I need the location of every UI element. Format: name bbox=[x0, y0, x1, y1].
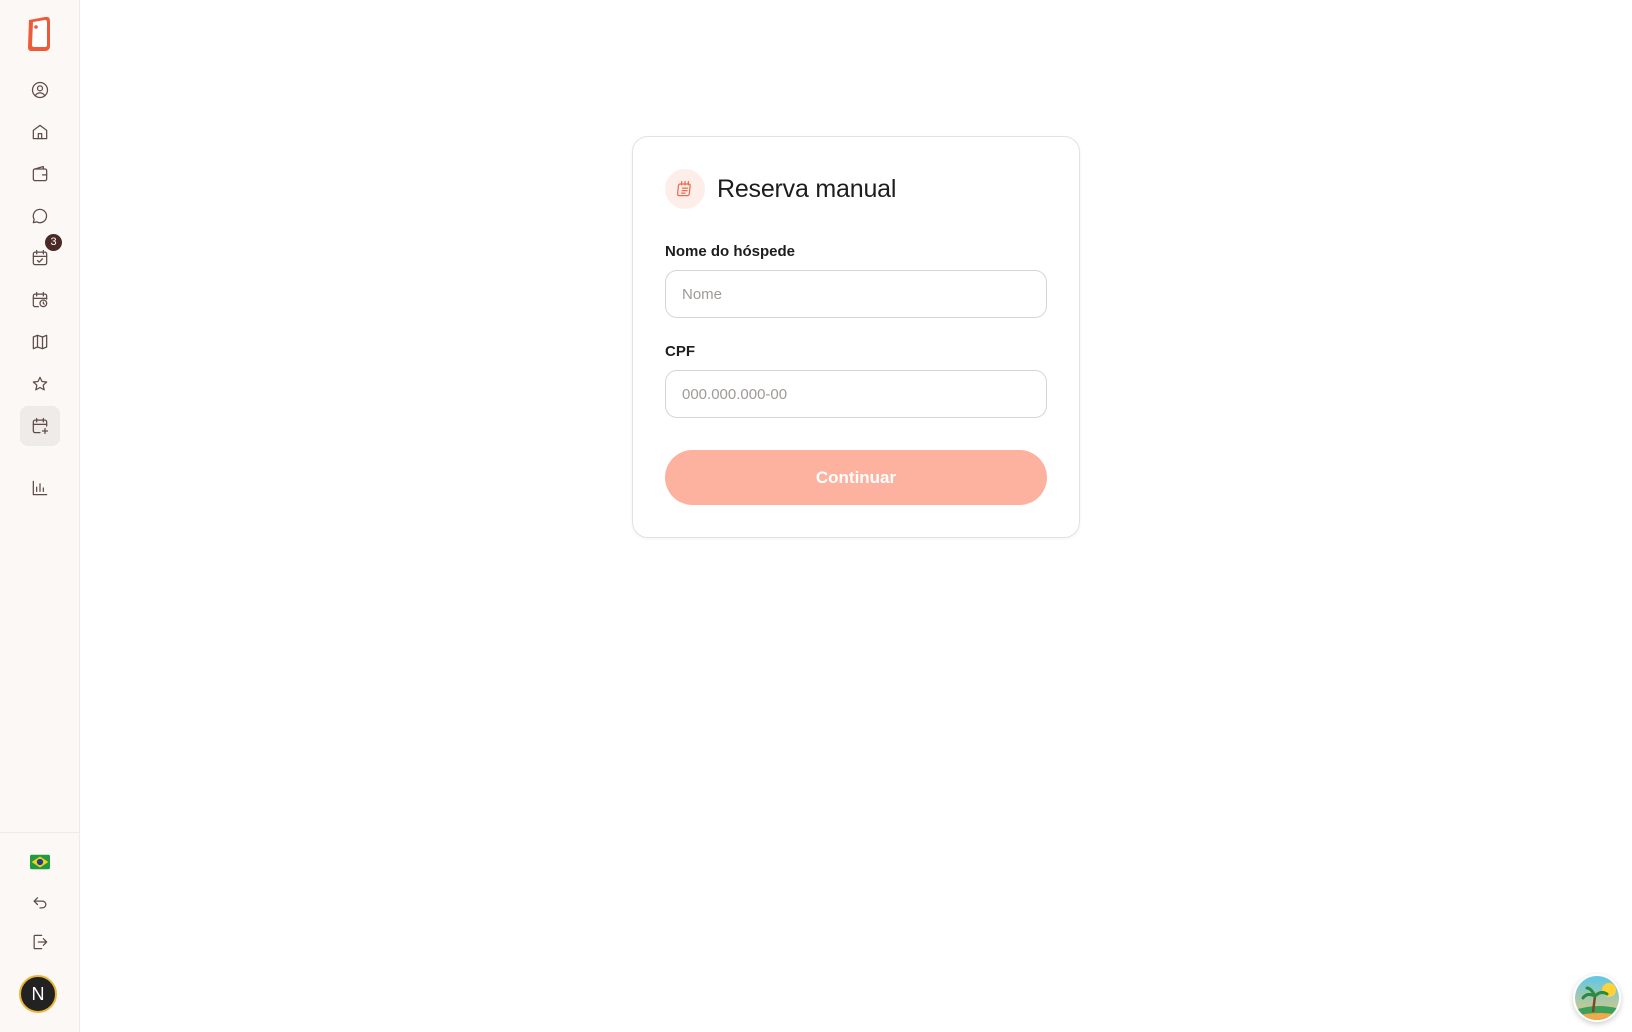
logout-button[interactable] bbox=[20, 922, 60, 962]
user-avatar[interactable]: N bbox=[19, 975, 57, 1013]
nav-schedule[interactable] bbox=[20, 280, 60, 320]
guest-name-input[interactable] bbox=[665, 270, 1047, 318]
nav-favorites[interactable] bbox=[20, 364, 60, 404]
app-logo[interactable] bbox=[25, 16, 55, 52]
home-icon bbox=[32, 124, 48, 140]
nav-reports[interactable] bbox=[20, 468, 60, 508]
undo-arrow-icon bbox=[33, 897, 47, 909]
sidebar-divider bbox=[0, 832, 79, 833]
star-icon bbox=[32, 376, 48, 391]
back-button[interactable] bbox=[20, 882, 60, 922]
guest-name-label: Nome do hóspede bbox=[665, 243, 796, 260]
booking-notebook-icon bbox=[676, 180, 691, 197]
cpf-label: CPF bbox=[665, 343, 695, 360]
calendar-plus-icon bbox=[32, 417, 49, 435]
avatar-initial: N bbox=[31, 983, 45, 1004]
tropical-beach-icon bbox=[1575, 976, 1619, 1020]
nav-manual-booking[interactable] bbox=[20, 406, 60, 446]
wallet-icon bbox=[32, 165, 48, 182]
sidebar: 3 N bbox=[0, 0, 80, 1032]
language-selector[interactable] bbox=[20, 842, 60, 882]
calendar-clock-icon bbox=[32, 291, 48, 308]
chat-bubble-icon bbox=[32, 208, 48, 224]
booking-icon-wrapper bbox=[665, 169, 705, 209]
manual-booking-card: Reserva manual Nome do hóspede CPF Conti… bbox=[632, 136, 1080, 538]
nav-profile[interactable] bbox=[20, 70, 60, 110]
cpf-input[interactable] bbox=[665, 370, 1047, 418]
nav-map[interactable] bbox=[20, 322, 60, 362]
calendar-check-icon bbox=[32, 249, 48, 266]
nav-messages[interactable] bbox=[20, 196, 60, 236]
nav-wallet[interactable] bbox=[20, 154, 60, 194]
user-circle-icon bbox=[31, 81, 49, 99]
brazil-flag-icon bbox=[30, 854, 50, 870]
continue-button[interactable]: Continuar bbox=[665, 450, 1047, 505]
assistant-avatar-button[interactable] bbox=[1573, 974, 1621, 1022]
bar-chart-icon bbox=[32, 480, 48, 496]
page-title: Reserva manual bbox=[717, 174, 897, 203]
tasks-badge: 3 bbox=[45, 234, 62, 251]
nav-home[interactable] bbox=[20, 112, 60, 152]
logout-icon bbox=[33, 934, 48, 950]
nav-tasks[interactable]: 3 bbox=[20, 234, 62, 278]
card-header: Reserva manual bbox=[665, 169, 896, 209]
map-icon bbox=[32, 334, 48, 350]
